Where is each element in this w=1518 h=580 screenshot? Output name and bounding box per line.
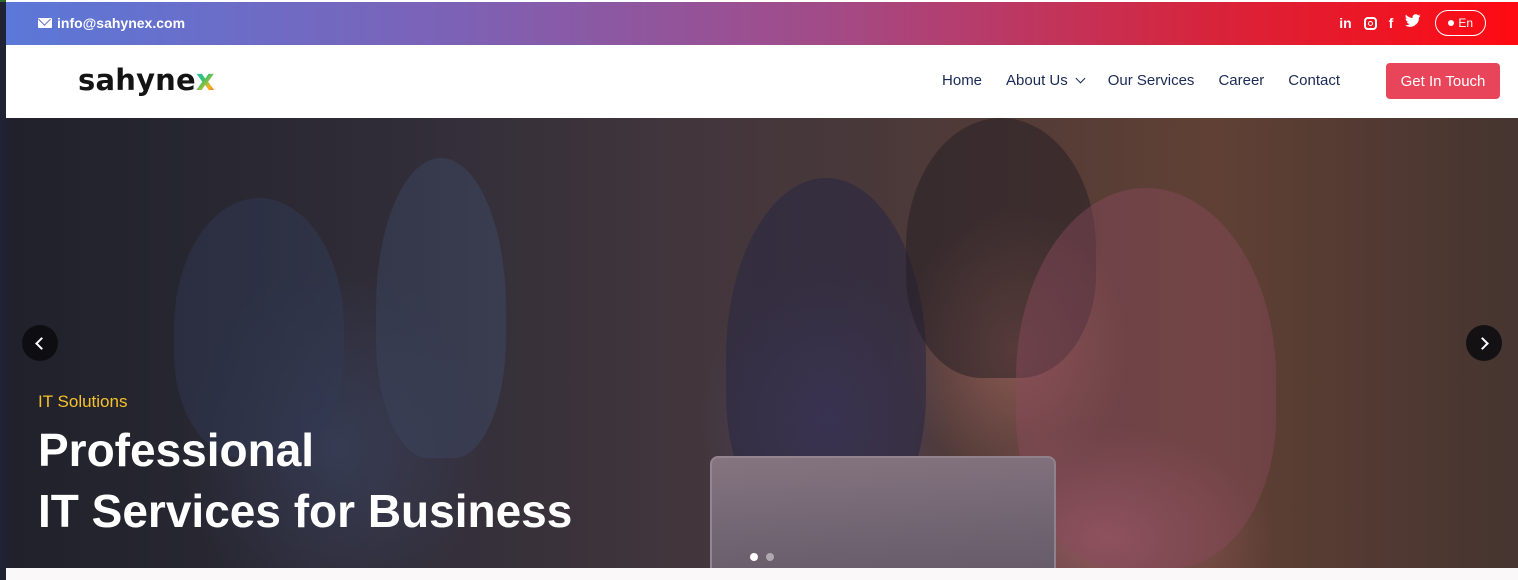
slider-prev-button[interactable] [22, 325, 58, 361]
nav-item-career[interactable]: Career [1218, 72, 1264, 89]
nav-item-our-services[interactable]: Our Services [1108, 72, 1195, 89]
nav-item-label: Contact [1288, 72, 1340, 89]
top-bar: info@sahynex.com in f En [6, 2, 1518, 45]
site-logo[interactable]: sahynex [78, 63, 215, 97]
nav-item-about-us[interactable]: About Us [1006, 72, 1086, 89]
next-section-edge [6, 568, 1518, 580]
logo-accent: x [195, 63, 215, 97]
slider-dot[interactable] [766, 553, 774, 561]
main-navbar: sahynex Home About Us Our Services Caree… [6, 45, 1518, 118]
twitter-icon[interactable] [1405, 13, 1421, 33]
social-links: in f En [1339, 10, 1486, 36]
hero-eyebrow: IT Solutions [38, 392, 128, 411]
linkedin-icon[interactable]: in [1339, 10, 1351, 36]
get-in-touch-button[interactable]: Get In Touch [1386, 63, 1500, 99]
nav-menu: Home About Us Our Services Career Contac… [942, 72, 1340, 89]
nav-item-label: About Us [1006, 72, 1068, 89]
email-link[interactable]: info@sahynex.com [38, 15, 185, 31]
nav-item-label: Career [1218, 72, 1265, 89]
hero-headline-line-1: Professional [38, 424, 315, 476]
nav-item-home[interactable]: Home [942, 72, 982, 89]
nav-item-label: Our Services [1107, 72, 1195, 89]
email-text: info@sahynex.com [57, 15, 186, 31]
slider-dot-active[interactable] [750, 553, 758, 561]
instagram-icon[interactable] [1363, 16, 1377, 30]
language-label: En [1458, 15, 1473, 30]
nav-item-label: Home [942, 72, 983, 89]
language-switcher[interactable]: En [1435, 10, 1486, 36]
page: info@sahynex.com in f En sahynex Home Ab… [6, 0, 1518, 580]
logo-text: sahyne [78, 63, 196, 97]
slider-next-button[interactable] [1466, 325, 1502, 361]
envelope-icon [38, 18, 52, 28]
hero-headline: Professional IT Services for Business [38, 420, 572, 542]
nav-item-contact[interactable]: Contact [1288, 72, 1340, 89]
slider-dots [750, 553, 774, 561]
hero-slider: IT Solutions Professional IT Services fo… [6, 118, 1518, 568]
globe-icon [1448, 20, 1455, 26]
hero-headline-line-2: IT Services for Business [38, 485, 573, 537]
chevron-down-icon [1075, 73, 1086, 84]
facebook-icon[interactable]: f [1389, 10, 1394, 36]
